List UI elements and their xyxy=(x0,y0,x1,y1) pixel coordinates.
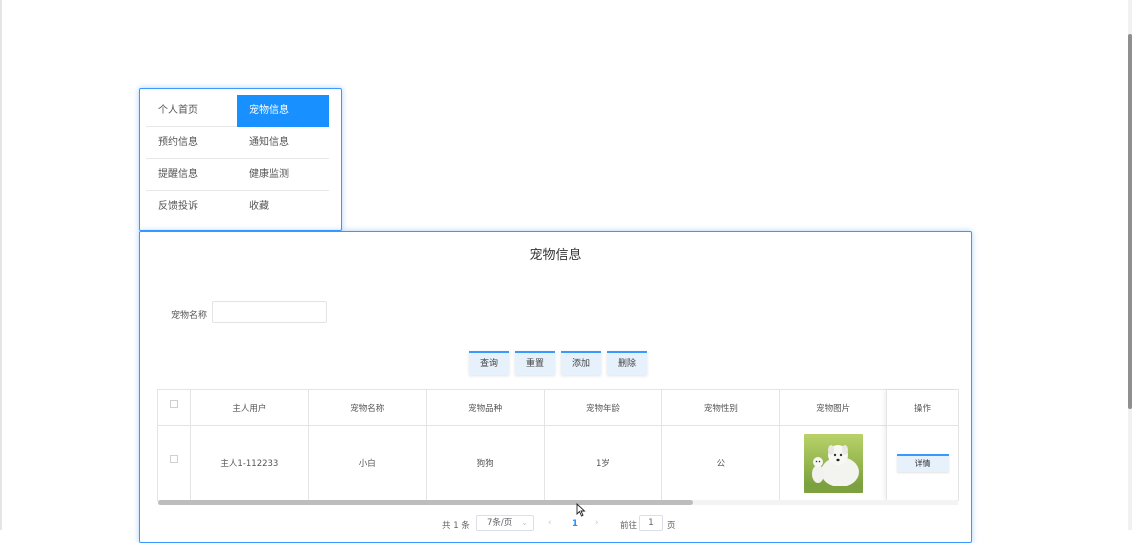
select-all-checkbox[interactable] xyxy=(169,399,178,408)
search-label: 宠物名称 xyxy=(171,311,208,321)
menu-item-reminders[interactable]: 提醒信息 xyxy=(146,159,237,191)
goto-page-input[interactable] xyxy=(639,515,663,531)
cell-age: 1岁 xyxy=(545,426,663,500)
row-checkbox[interactable] xyxy=(169,455,178,463)
mouse-cursor-icon xyxy=(576,503,586,517)
menu-grid: 个人首页 宠物信息 预约信息 通知信息 提醒信息 健康监测 反馈投诉 收藏 xyxy=(146,95,329,223)
current-page-number[interactable]: 1 xyxy=(572,519,578,529)
pet-name-search-input[interactable] xyxy=(212,301,327,323)
delete-button[interactable]: 删除 xyxy=(607,351,647,375)
cell-gender: 公 xyxy=(662,426,781,500)
page-label: 页 xyxy=(667,521,676,531)
reset-button[interactable]: 重置 xyxy=(515,351,555,375)
pet-table: 主人用户 宠物名称 宠物品种 宠物年龄 宠物性别 宠物图片 操作 主人1-112… xyxy=(157,389,959,501)
column-header-owner: 主人用户 xyxy=(191,390,309,425)
table-scrollbar-thumb[interactable] xyxy=(158,500,693,505)
next-page-icon[interactable]: › xyxy=(595,518,598,528)
column-header-image: 宠物图片 xyxy=(780,390,888,425)
add-button[interactable]: 添加 xyxy=(561,351,601,375)
column-header-gender: 宠物性别 xyxy=(662,390,781,425)
table-horizontal-scrollbar[interactable] xyxy=(158,500,958,505)
vertical-scrollbar-thumb[interactable] xyxy=(1128,34,1132,409)
menu-item-appointments[interactable]: 预约信息 xyxy=(146,127,237,159)
pet-info-panel: 宠物信息 宠物名称 查询 重置 添加 删除 主人用户 宠物名称 宠物品种 宠物年… xyxy=(139,231,972,543)
page-size-select[interactable]: 7条/页 ⌄ xyxy=(476,515,534,531)
page-title: 宠物信息 xyxy=(529,248,582,263)
menu-item-health[interactable]: 健康监测 xyxy=(237,159,329,191)
vertical-scrollbar[interactable] xyxy=(1128,0,1132,530)
goto-label: 前往 xyxy=(620,521,638,531)
column-header-action: 操作 xyxy=(914,403,932,414)
menu-item-feedback[interactable]: 反馈投诉 xyxy=(146,191,237,223)
cell-owner: 主人1-112233 xyxy=(191,426,309,500)
detail-button[interactable]: 详情 xyxy=(896,454,949,472)
menu-item-notifications[interactable]: 通知信息 xyxy=(237,127,329,159)
row-select-cell xyxy=(158,426,191,500)
prev-page-icon[interactable]: ‹ xyxy=(548,518,551,528)
dog-photo-icon[interactable] xyxy=(803,433,863,493)
page-size-value: 7条/页 xyxy=(487,518,513,528)
pagination: 共 1 条 7条/页 ⌄ ‹ 1 › 前往 页 xyxy=(140,515,971,535)
window-left-edge xyxy=(0,0,2,530)
table-header: 主人用户 宠物名称 宠物品种 宠物年龄 宠物性别 宠物图片 操作 xyxy=(158,390,958,426)
menu-item-pet-info[interactable]: 宠物信息 xyxy=(237,95,329,127)
select-all-cell xyxy=(158,390,191,425)
pagination-total: 共 1 条 xyxy=(442,521,470,531)
menu-item-favorites[interactable]: 收藏 xyxy=(237,191,329,223)
column-header-pet-name: 宠物名称 xyxy=(309,390,427,425)
cell-pet-name: 小白 xyxy=(309,426,427,500)
cell-image xyxy=(780,426,888,500)
cell-breed: 狗狗 xyxy=(427,426,545,500)
column-header-age: 宠物年龄 xyxy=(545,390,663,425)
user-menu: 个人首页 宠物信息 预约信息 通知信息 提醒信息 健康监测 反馈投诉 收藏 xyxy=(139,88,342,231)
column-header-breed: 宠物品种 xyxy=(427,390,545,425)
table-row: 主人1-112233 小白 狗狗 1岁 公 详情 xyxy=(158,426,958,500)
menu-item-home[interactable]: 个人首页 xyxy=(146,95,237,127)
chevron-down-icon: ⌄ xyxy=(521,518,528,527)
cell-action: 详情 xyxy=(887,426,958,500)
query-button[interactable]: 查询 xyxy=(469,351,509,375)
